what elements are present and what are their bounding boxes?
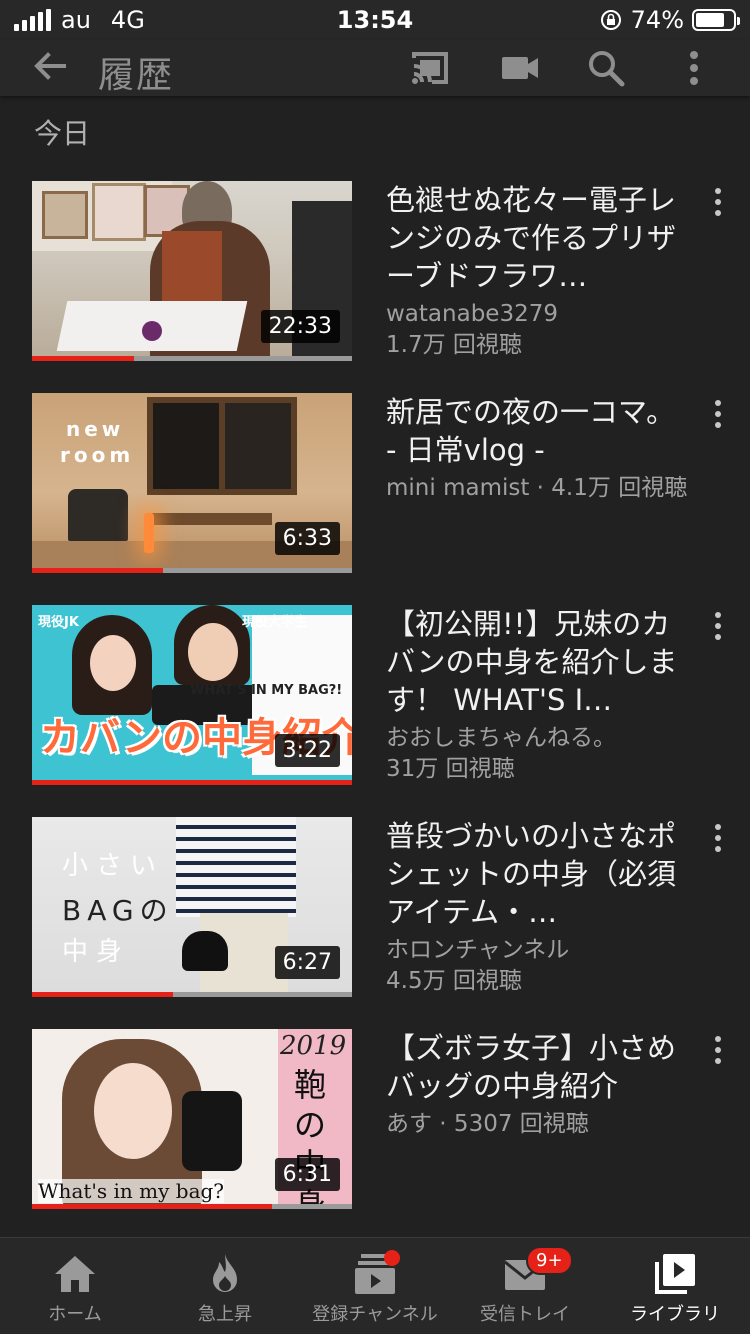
bottom-navigation: ホーム 急上昇 登録チャンネル 9+ 受信トレイ ライブラリ [0,1237,750,1334]
video-meta: mini mamist · 4.1万 回視聴 [386,475,688,501]
video-views: 1.7万 回視聴 [386,332,522,358]
thumbnail-text: 現役JK [38,615,79,630]
nav-inbox[interactable]: 9+ 受信トレイ [450,1238,600,1334]
video-thumbnail[interactable]: 2019 鞄の中身 What's in my bag? 6:31 [32,1029,352,1209]
nav-trending[interactable]: 急上昇 [150,1238,300,1334]
video-more-icon[interactable] [708,185,728,219]
nav-label: ライブラリ [630,1304,720,1325]
nav-label: 受信トレイ [480,1304,570,1325]
thumbnail-text: new [66,417,125,441]
watch-progress-bar [32,1204,272,1209]
status-bar: au 4G 13:54 74% [0,0,750,40]
thumbnail-text: 小さい [62,851,165,881]
video-more-icon[interactable] [708,397,728,431]
home-icon [55,1256,95,1292]
nav-library[interactable]: ライブラリ [600,1238,750,1334]
page-title: 履歴 [98,55,175,96]
video-item[interactable]: new room 6:33 新居での夜の一コマ。 - 日常vlog - mini… [0,393,750,573]
app-bar: 履歴 [0,40,750,96]
nav-label: 登録チャンネル [312,1304,438,1325]
rotation-lock-icon [600,10,621,30]
video-title[interactable]: 色褪せぬ花々ー電子レンジのみで作るプリザーブドフラワ… [386,181,686,295]
video-more-icon[interactable] [708,1033,728,1067]
video-item[interactable]: 現役JK 現役大学生 WHAT'S IN MY BAG?! カバンの中身紹介! … [0,605,750,785]
video-thumbnail[interactable]: 小さい BAGの 中身 6:27 [32,817,352,997]
video-views: 4.5万 回視聴 [386,968,522,994]
video-title[interactable]: 普段づかいの小さなポシェットの中身（必須アイテム・… [386,817,686,931]
video-item[interactable]: 小さい BAGの 中身 6:27 普段づかいの小さなポシェットの中身（必須アイテ… [0,817,750,997]
watch-progress-bar [32,780,352,785]
video-duration: 6:27 [274,946,340,979]
video-more-icon[interactable] [708,821,728,855]
thumbnail-text: 2019 [280,1031,347,1061]
camera-icon[interactable] [498,46,542,90]
back-arrow-icon[interactable] [28,44,72,88]
screen: au 4G 13:54 74% 履歴 今日 22:33 色褪せぬ花々ー電子レンジ… [0,0,750,1334]
watch-progress-bar [32,356,135,361]
video-more-icon[interactable] [708,609,728,643]
video-meta: あす · 5307 回視聴 [386,1111,589,1137]
search-icon[interactable] [584,46,628,90]
thumbnail-text: 中身 [62,937,131,967]
inbox-badge: 9+ [526,1246,573,1275]
video-channel: おおしまちゃんねる。 [386,725,616,751]
video-duration: 6:31 [274,1158,340,1191]
video-title[interactable]: 【初公開!!】兄妹のカバンの中身を紹介します！ WHAT'S I… [386,605,686,719]
thumbnail-text: What's in my bag? [38,1179,225,1203]
watch-progress-bar [32,568,164,573]
new-content-dot [384,1250,400,1266]
nav-home[interactable]: ホーム [0,1238,150,1334]
video-thumbnail[interactable]: new room 6:33 [32,393,352,573]
video-duration: 6:33 [274,522,340,555]
nav-label: ホーム [48,1304,102,1325]
thumbnail-text: room [60,443,135,467]
nav-label: 急上昇 [198,1304,252,1325]
video-title[interactable]: 新居での夜の一コマ。 - 日常vlog - [386,393,686,469]
video-duration: 3:22 [274,734,340,767]
video-channel: ホロンチャンネル [386,937,570,963]
video-title[interactable]: 【ズボラ女子】小さめバッグの中身紹介 [386,1029,686,1105]
nav-subscriptions[interactable]: 登録チャンネル [300,1238,450,1334]
video-duration: 22:33 [260,310,340,343]
video-item[interactable]: 2019 鞄の中身 What's in my bag? 6:31 【ズボラ女子】… [0,1029,750,1209]
thumbnail-text: 現役大学生 [242,615,308,630]
library-icon [655,1254,695,1294]
battery-percent: 74% [630,6,684,34]
video-thumbnail[interactable]: 現役JK 現役大学生 WHAT'S IN MY BAG?! カバンの中身紹介! … [32,605,352,785]
watch-progress-bar [32,992,173,997]
video-views: 31万 回視聴 [386,756,515,782]
trending-flame-icon [213,1254,237,1292]
battery-icon [692,9,740,31]
thumbnail-text: WHAT'S IN MY BAG?! [190,683,343,698]
section-header-today: 今日 [34,117,91,150]
more-vert-icon[interactable] [672,46,716,90]
video-thumbnail[interactable]: 22:33 [32,181,352,361]
video-channel: watanabe3279 [386,301,558,327]
video-item[interactable]: 22:33 色褪せぬ花々ー電子レンジのみで作るプリザーブドフラワ… watana… [0,181,750,361]
thumbnail-text: BAGの [62,894,174,927]
cast-icon[interactable] [408,46,452,90]
